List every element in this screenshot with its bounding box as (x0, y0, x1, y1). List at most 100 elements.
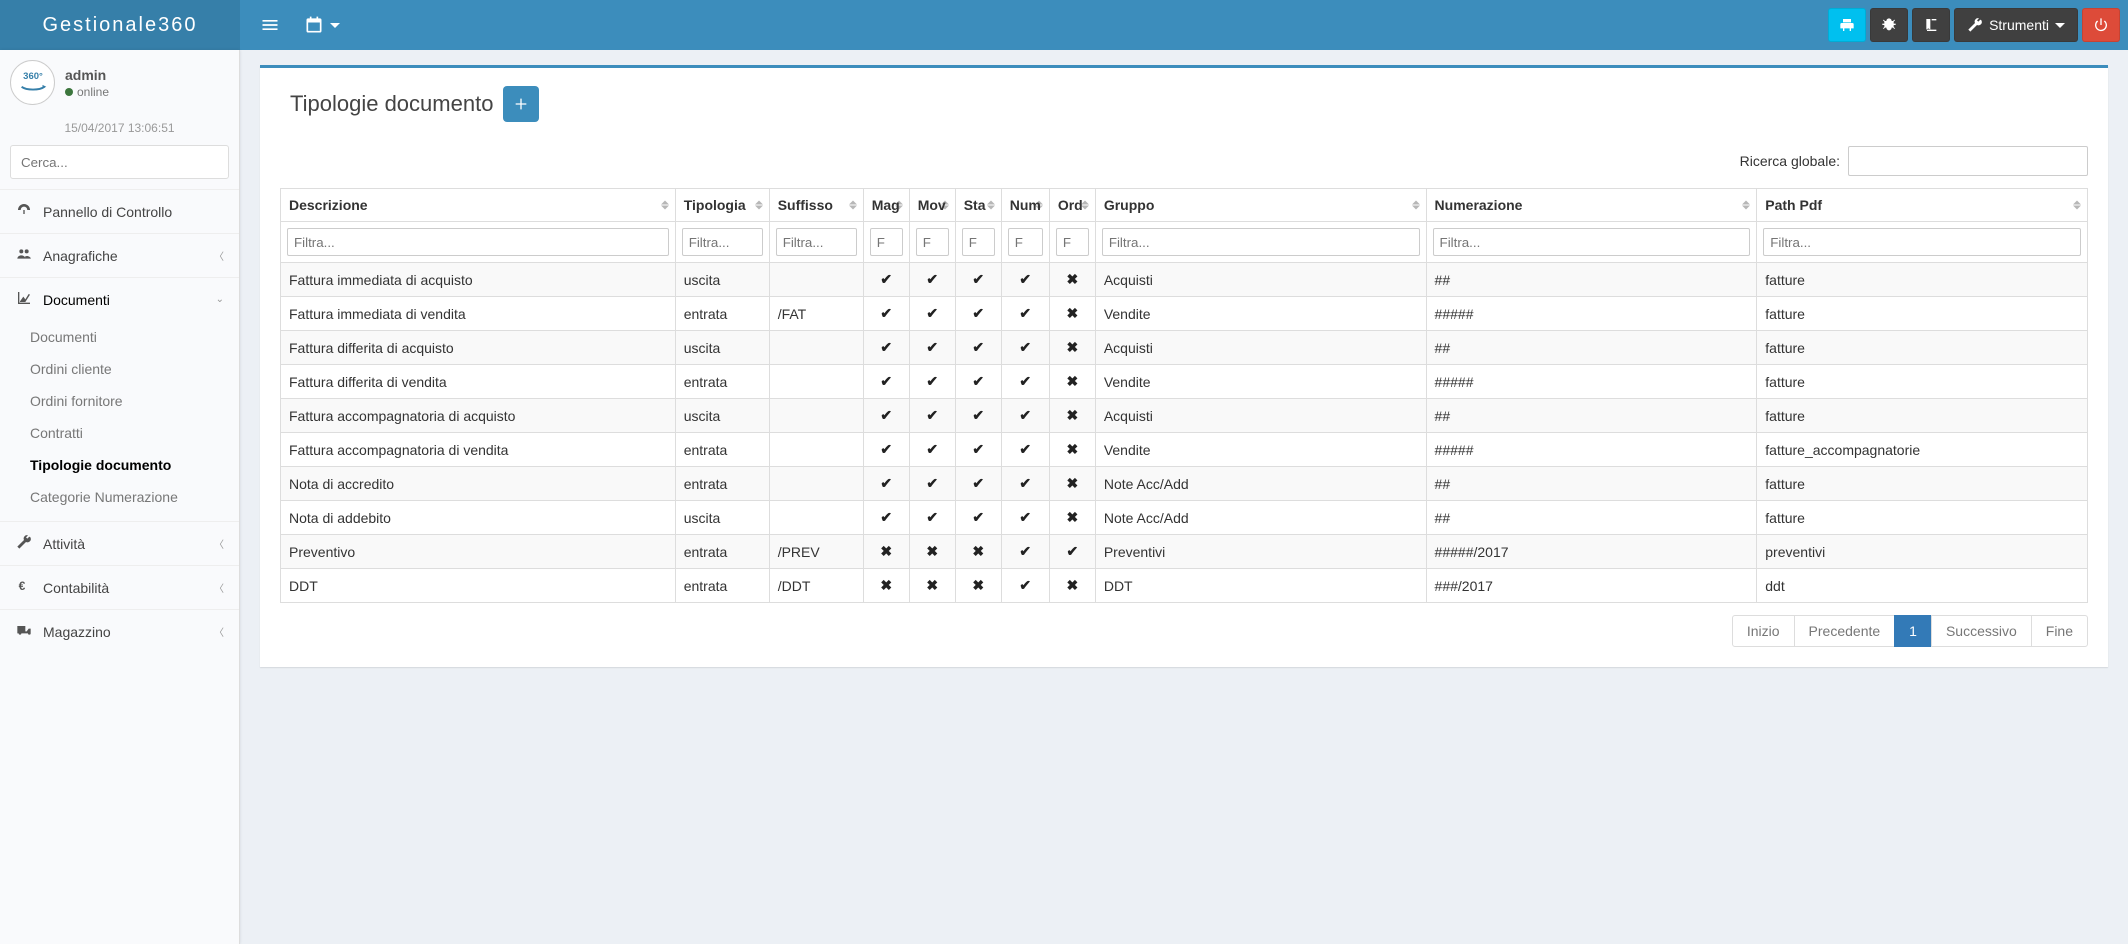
sort-icon (941, 201, 949, 210)
check-icon (1019, 305, 1031, 321)
col-header-gruppo[interactable]: Gruppo (1095, 189, 1426, 222)
check-icon (880, 373, 892, 389)
check-icon (972, 475, 984, 491)
check-icon (1066, 543, 1078, 559)
table-row[interactable]: Fattura differita di venditaentrataVendi… (281, 365, 2088, 399)
col-label: Numerazione (1435, 197, 1523, 213)
filter-numerazione[interactable] (1433, 228, 1751, 256)
submenu-link[interactable]: Ordini cliente (0, 353, 239, 385)
submenu-link[interactable]: Categorie Numerazione (0, 481, 239, 513)
col-header-mag[interactable]: Mag (863, 189, 909, 222)
x-icon (926, 543, 938, 559)
bool-cell (955, 467, 1001, 501)
print-button[interactable] (1828, 8, 1866, 42)
table-row[interactable]: Fattura immediata di venditaentrata/FATV… (281, 297, 2088, 331)
add-button[interactable] (503, 86, 539, 122)
page-first[interactable]: Inizio (1732, 615, 1795, 647)
col-header-mov[interactable]: Mov (909, 189, 955, 222)
dashboard-icon (15, 202, 33, 221)
svg-text:€: € (19, 579, 26, 593)
sidebar-item-documenti: Documenti ⌄ Documenti Ordini cliente Ord… (0, 277, 239, 521)
col-header-num[interactable]: Num (1001, 189, 1049, 222)
x-icon (926, 577, 938, 593)
submenu-link[interactable]: Ordini fornitore (0, 385, 239, 417)
sidebar-link-anagrafiche[interactable]: Anagrafiche 〈 (0, 234, 239, 277)
col-header-descrizione[interactable]: Descrizione (281, 189, 676, 222)
logout-button[interactable] (2082, 8, 2120, 42)
col-header-suffisso[interactable]: Suffisso (769, 189, 863, 222)
filter-ord[interactable] (1056, 228, 1089, 256)
table-row[interactable]: Fattura immediata di acquistouscitaAcqui… (281, 263, 2088, 297)
cell-tipologia: entrata (675, 433, 769, 467)
filter-mov[interactable] (916, 228, 949, 256)
cell-gruppo: Vendite (1095, 365, 1426, 399)
submenu-link[interactable]: Documenti (0, 321, 239, 353)
check-icon (1019, 441, 1031, 457)
x-icon (972, 543, 984, 559)
cell-path: fatture (1757, 399, 2088, 433)
cell-gruppo: Acquisti (1095, 331, 1426, 365)
page-prev[interactable]: Precedente (1794, 615, 1896, 647)
col-label: Suffisso (778, 197, 833, 213)
sidebar-toggle-button[interactable] (248, 0, 292, 50)
check-icon (926, 441, 938, 457)
col-header-sta[interactable]: Sta (955, 189, 1001, 222)
sidebar-link-dashboard[interactable]: Pannello di Controllo (0, 190, 239, 233)
table-row[interactable]: Nota di addebitouscitaNote Acc/Add##fatt… (281, 501, 2088, 535)
filter-descrizione[interactable] (287, 228, 669, 256)
calendar-dropdown[interactable] (292, 0, 352, 50)
sidebar-search-input[interactable] (10, 145, 229, 179)
cell-gruppo: Acquisti (1095, 399, 1426, 433)
caret-down-icon (2055, 23, 2065, 28)
filter-num[interactable] (1008, 228, 1043, 256)
col-header-ord[interactable]: Ord (1049, 189, 1095, 222)
cell-suffisso (769, 331, 863, 365)
table-row[interactable]: Fattura accompagnatoria di venditaentrat… (281, 433, 2088, 467)
col-header-tipologia[interactable]: Tipologia (675, 189, 769, 222)
filter-suffisso[interactable] (776, 228, 857, 256)
col-label: Sta (964, 197, 986, 213)
cell-path: fatture (1757, 331, 2088, 365)
submenu-link[interactable]: Tipologie documento (0, 449, 239, 481)
brand-logo[interactable]: Gestionale360 (0, 0, 240, 50)
cell-tipologia: entrata (675, 467, 769, 501)
table-row[interactable]: Nota di accreditoentrataNote Acc/Add##fa… (281, 467, 2088, 501)
bool-cell (909, 297, 955, 331)
col-header-path[interactable]: Path Pdf (1757, 189, 2088, 222)
x-icon (1066, 441, 1078, 457)
filter-mag[interactable] (870, 228, 903, 256)
filter-path[interactable] (1763, 228, 2081, 256)
bug-button[interactable] (1870, 8, 1908, 42)
filter-tipologia[interactable] (682, 228, 763, 256)
sidebar-link-contabilita[interactable]: € Contabilità 〈 (0, 566, 239, 609)
col-label: Tipologia (684, 197, 746, 213)
col-label: Descrizione (289, 197, 368, 213)
book-button[interactable] (1912, 8, 1950, 42)
submenu-link[interactable]: Contratti (0, 417, 239, 449)
tools-dropdown[interactable]: Strumenti (1954, 8, 2078, 42)
table-row[interactable]: DDTentrata/DDTDDT###/2017ddt (281, 569, 2088, 603)
table-row[interactable]: Fattura differita di acquistouscitaAcqui… (281, 331, 2088, 365)
filter-sta[interactable] (962, 228, 995, 256)
cell-tipologia: entrata (675, 535, 769, 569)
page-current[interactable]: 1 (1894, 615, 1932, 647)
page-last[interactable]: Fine (2031, 615, 2088, 647)
table-row[interactable]: Preventivoentrata/PREVPreventivi#####/20… (281, 535, 2088, 569)
bool-cell (1049, 297, 1095, 331)
cell-tipologia: uscita (675, 263, 769, 297)
cell-numerazione: ## (1426, 331, 1757, 365)
global-search-input[interactable] (1848, 146, 2088, 176)
check-icon (1019, 577, 1031, 593)
bool-cell (863, 535, 909, 569)
bool-cell (1049, 569, 1095, 603)
filter-gruppo[interactable] (1102, 228, 1420, 256)
page-next[interactable]: Successivo (1931, 615, 2032, 647)
chevron-left-icon: 〈 (214, 624, 224, 639)
col-header-numerazione[interactable]: Numerazione (1426, 189, 1757, 222)
sidebar-link-magazzino[interactable]: Magazzino 〈 (0, 610, 239, 653)
sidebar-link-attivita[interactable]: Attività 〈 (0, 522, 239, 565)
user-status: online (65, 85, 109, 99)
datatable: Descrizione Tipologia Suffisso Mag Mov S… (280, 188, 2088, 603)
sidebar-link-documenti[interactable]: Documenti ⌄ (0, 278, 239, 321)
table-row[interactable]: Fattura accompagnatoria di acquistouscit… (281, 399, 2088, 433)
